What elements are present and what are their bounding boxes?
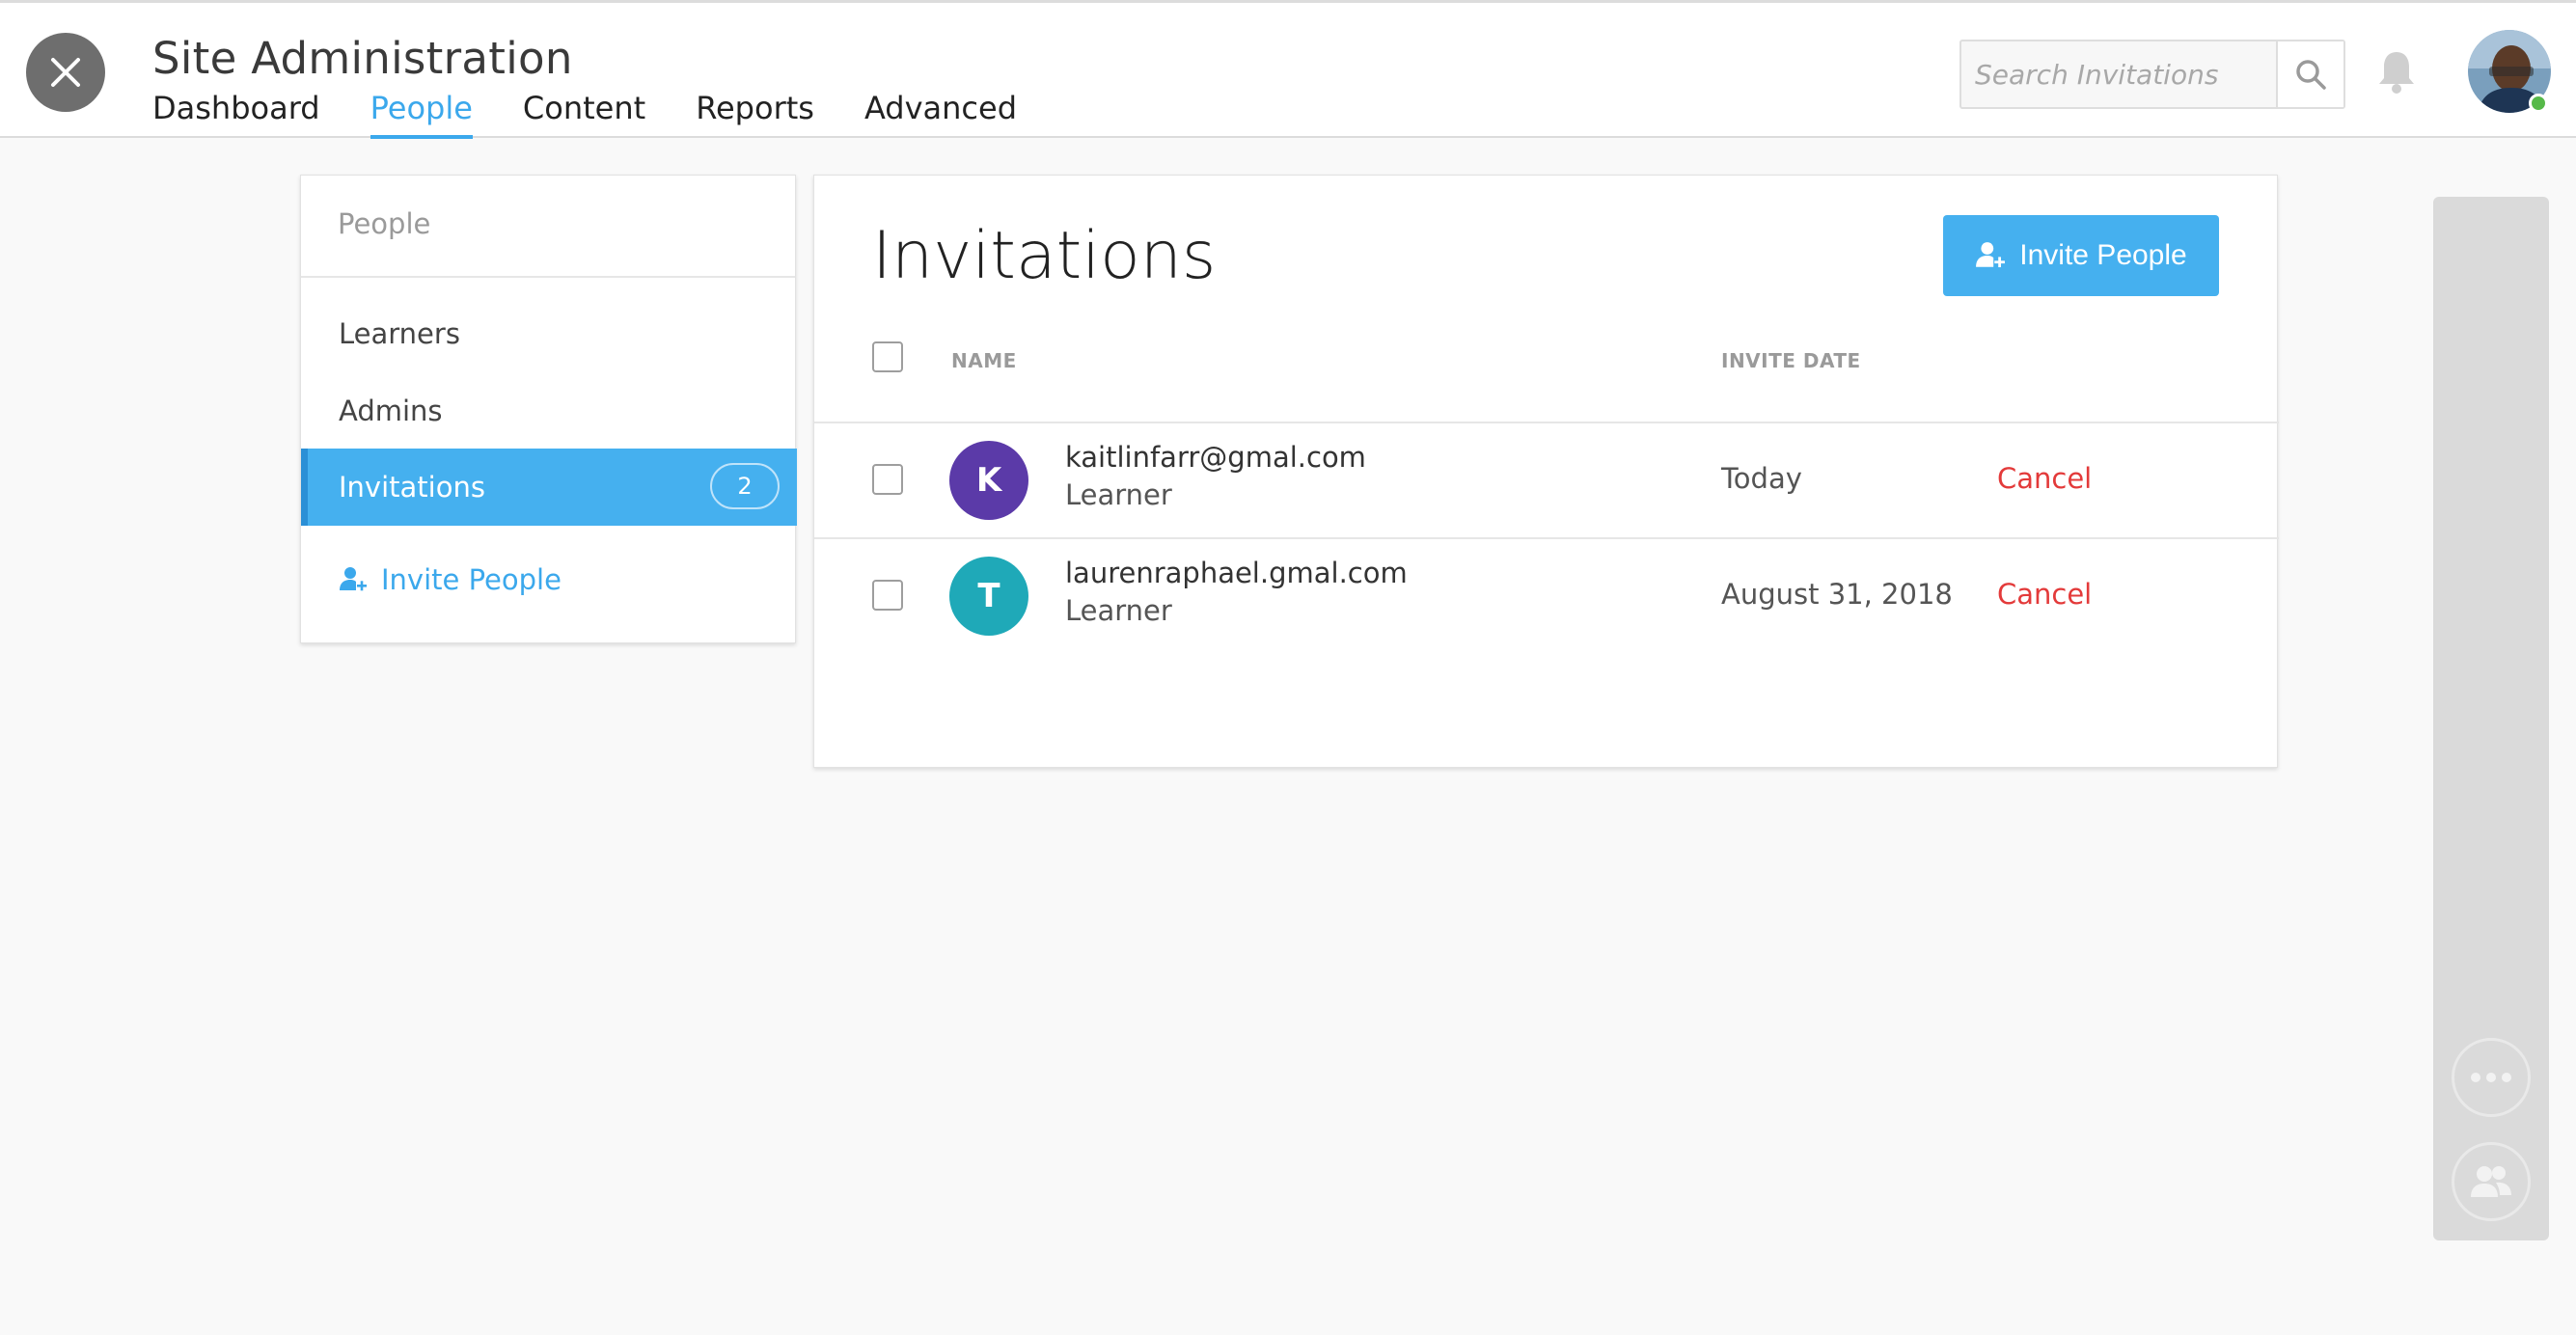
- search-button[interactable]: [2276, 41, 2343, 107]
- invite-people-button[interactable]: Invite People: [1943, 215, 2219, 296]
- people-panel-button[interactable]: [2452, 1142, 2531, 1221]
- column-header-invite-date: INVITE DATE: [1721, 349, 1861, 372]
- bell-icon: [2379, 52, 2414, 94]
- invitee-email: kaitlinfarr@gmal.com: [1065, 441, 1366, 474]
- search-input[interactable]: [1961, 41, 2276, 107]
- sidebar-item-label: Invitations: [339, 471, 485, 504]
- notifications-button[interactable]: [2371, 45, 2422, 99]
- top-navigation: Dashboard People Content Reports Advance…: [152, 90, 1067, 139]
- row-checkbox[interactable]: [872, 464, 903, 495]
- right-rail: [2433, 197, 2549, 1240]
- sidebar-header: People: [301, 176, 795, 278]
- count-badge: 2: [710, 463, 780, 509]
- avatar: T: [949, 557, 1028, 636]
- add-user-icon: [1976, 242, 2006, 268]
- table-row: K kaitlinfarr@gmal.com Learner Today Can…: [814, 423, 2279, 537]
- table-row: T laurenraphael.gmal.com Learner August …: [814, 539, 2279, 653]
- top-bar: Site Administration Dashboard People Con…: [0, 0, 2576, 139]
- cancel-invitation-link[interactable]: Cancel: [1997, 462, 2092, 495]
- avatar: K: [949, 441, 1028, 520]
- invitee-role: Learner: [1065, 478, 1172, 511]
- online-status-indicator: [2529, 94, 2548, 113]
- tab-dashboard[interactable]: Dashboard: [152, 90, 320, 136]
- sidebar-item-learners[interactable]: Learners: [301, 295, 797, 372]
- sidebar-item-invitations[interactable]: Invitations 2: [301, 449, 797, 526]
- row-checkbox[interactable]: [872, 580, 903, 611]
- search-box: [1959, 40, 2345, 109]
- cancel-invitation-link[interactable]: Cancel: [1997, 578, 2092, 611]
- invitee-email: laurenraphael.gmal.com: [1065, 557, 1408, 589]
- sidebar-invite-people-link[interactable]: Invite People: [339, 563, 562, 596]
- invite-date: August 31, 2018: [1721, 578, 1953, 611]
- select-all-checkbox[interactable]: [872, 341, 903, 372]
- invite-date: Today: [1721, 462, 1802, 495]
- invitee-role: Learner: [1065, 594, 1172, 627]
- close-icon: [51, 58, 80, 87]
- tab-reports[interactable]: Reports: [696, 90, 814, 136]
- tab-content[interactable]: Content: [523, 90, 645, 136]
- search-icon: [2296, 60, 2326, 90]
- close-button[interactable]: [26, 33, 105, 112]
- tab-people[interactable]: People: [370, 90, 474, 139]
- invite-people-link-label: Invite People: [381, 563, 562, 596]
- column-header-name: NAME: [951, 349, 1017, 372]
- group-icon: [2471, 1166, 2511, 1197]
- site-title: Site Administration: [152, 33, 573, 84]
- add-user-icon: [340, 567, 367, 591]
- sidebar-item-admins[interactable]: Admins: [301, 372, 797, 450]
- invitations-panel: Invitations Invite People NAME INVITE DA…: [813, 175, 2279, 768]
- invite-people-button-label: Invite People: [2019, 239, 2187, 271]
- more-dots-icon: [2471, 1073, 2511, 1082]
- more-options-button[interactable]: [2452, 1038, 2531, 1117]
- page-title: Invitations: [872, 218, 1217, 294]
- tab-advanced[interactable]: Advanced: [864, 90, 1017, 136]
- people-sidebar: People Learners Admins Invitations 2 Inv…: [300, 175, 797, 643]
